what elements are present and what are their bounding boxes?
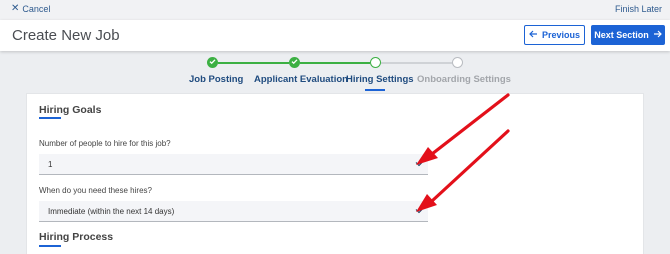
step-connector [218, 62, 289, 64]
hiring-process-heading: Hiring Process [39, 231, 114, 243]
chevron-down-icon [415, 209, 423, 214]
page-header: Create New Job Previous Next Section [0, 20, 670, 51]
chevron-down-icon [415, 162, 423, 167]
section-underline [39, 245, 61, 247]
hiring-goals-heading: Hiring Goals [39, 104, 102, 116]
top-bar: ✕ Cancel Finish Later [0, 0, 670, 20]
hire-timing-label: When do you need these hires? [39, 186, 152, 195]
page-title: Create New Job [12, 27, 120, 44]
next-label: Next Section [594, 30, 649, 40]
step-complete-dot [289, 57, 300, 68]
arrow-left-icon [529, 30, 538, 40]
tab-job-posting[interactable]: Job Posting [189, 74, 243, 85]
step-current-dot [370, 57, 381, 68]
next-section-button[interactable]: Next Section [591, 25, 665, 45]
step-upcoming-dot [452, 57, 463, 68]
tab-applicant-evaluation[interactable]: Applicant Evaluation [254, 74, 348, 85]
arrow-right-icon [653, 30, 662, 40]
step-complete-dot [207, 57, 218, 68]
hire-timing-value: Immediate (within the next 14 days) [48, 207, 175, 216]
section-underline [39, 117, 61, 119]
step-connector [300, 62, 370, 64]
check-icon [291, 59, 298, 65]
tab-hiring-settings[interactable]: Hiring Settings [346, 74, 414, 85]
close-icon: ✕ [11, 3, 20, 14]
people-to-hire-value: 1 [48, 160, 53, 169]
step-connector [381, 62, 452, 64]
people-to-hire-label: Number of people to hire for this job? [39, 139, 171, 148]
previous-button[interactable]: Previous [524, 25, 585, 45]
finish-later-link[interactable]: Finish Later [615, 4, 662, 14]
cancel-label: Cancel [22, 4, 51, 14]
tab-onboarding-settings[interactable]: Onboarding Settings [417, 74, 511, 85]
previous-label: Previous [541, 30, 581, 40]
check-icon [209, 59, 216, 65]
cancel-link[interactable]: ✕ Cancel [11, 3, 51, 15]
people-to-hire-select[interactable]: 1 [39, 154, 428, 175]
hire-timing-select[interactable]: Immediate (within the next 14 days) [39, 201, 428, 222]
active-tab-indicator [365, 89, 385, 91]
